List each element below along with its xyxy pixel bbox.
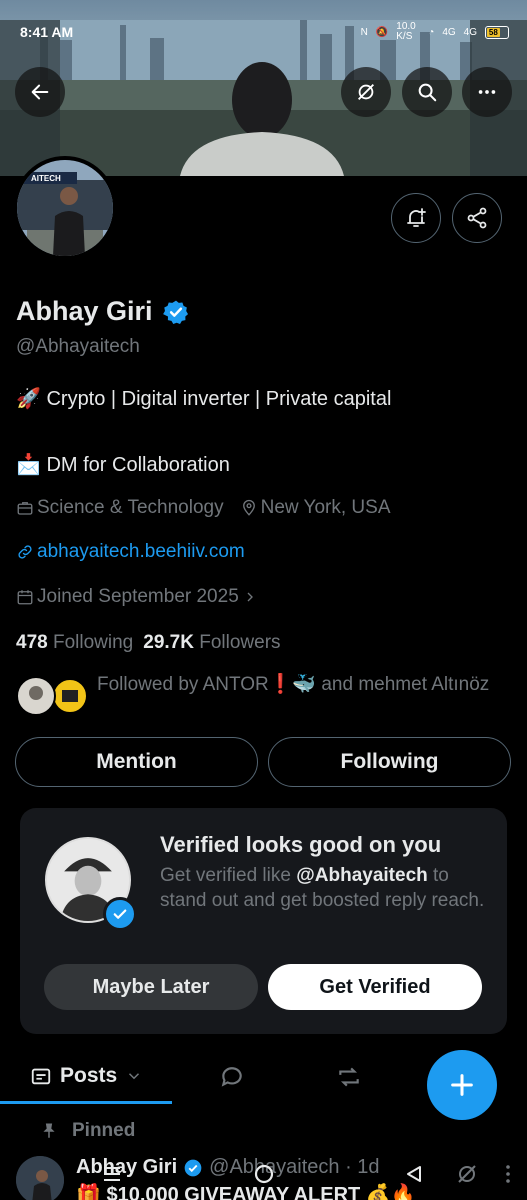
maybe-later-button[interactable]: Maybe Later: [44, 964, 258, 1010]
category-item: Science & Technology: [16, 497, 224, 519]
system-nav-bar: [0, 1150, 527, 1200]
avatar-image: AITECH: [17, 160, 113, 256]
more-button[interactable]: [462, 67, 512, 117]
battery-icon: 58: [485, 25, 509, 39]
following-stat[interactable]: 478 Following: [16, 632, 133, 654]
pin-icon: [43, 1123, 55, 1138]
search-button[interactable]: [402, 67, 452, 117]
tab-reposts[interactable]: [336, 1064, 362, 1090]
profile-joined: Joined September 2025: [37, 586, 239, 607]
followers-stat[interactable]: 29.7K Followers: [143, 632, 280, 654]
share-icon: [467, 207, 487, 229]
home-nav-icon[interactable]: [252, 1162, 276, 1186]
checkmark-icon: [113, 909, 127, 919]
profile-category: Science & Technology: [37, 497, 224, 518]
profile-avatar[interactable]: AITECH: [13, 156, 117, 260]
profile-meta-row: Science & Technology New York, USA: [16, 497, 391, 519]
bio-line-1: 🚀 Crypto | Digital inverter | Private ca…: [16, 388, 392, 410]
location-item: New York, USA: [240, 497, 391, 519]
search-icon: [418, 83, 437, 102]
tab-replies[interactable]: [219, 1064, 245, 1090]
more-dots-icon: [478, 90, 496, 94]
post-more-icon[interactable]: [496, 1162, 520, 1186]
network-speed: 10.0 K/S: [396, 21, 416, 42]
promo-desc-prefix: Get verified like: [160, 865, 297, 886]
chevron-right-icon: [247, 592, 253, 602]
followed-by-avatars: [16, 676, 88, 716]
promo-description: Get verified like @Abhayaitech to stand …: [160, 863, 490, 913]
profile-website-link[interactable]: abhayaitech.beehiiv.com: [37, 541, 245, 563]
wifi-icon: ◔: [428, 26, 435, 38]
promo-title: Verified looks good on you: [160, 832, 442, 857]
following-count: 478: [16, 632, 48, 653]
compose-button[interactable]: [427, 1050, 497, 1120]
promo-desc-handle: @Abhayaitech: [296, 865, 428, 886]
follow-stats: 478 Following 29.7K Followers: [16, 632, 281, 654]
link-icon: [18, 545, 32, 559]
followers-label: Followers: [199, 632, 281, 653]
share-button[interactable]: [452, 193, 502, 243]
pinned-label-row: Pinned: [40, 1120, 135, 1142]
status-icons: N 🔕 10.0 K/S ◔ 4G 4G 58: [361, 22, 509, 42]
tab-posts-label: Posts: [60, 1064, 118, 1087]
bell-plus-icon: [407, 208, 426, 227]
verified-promo-card: Verified looks good on you Get verified …: [20, 808, 507, 1034]
promo-verified-badge: [103, 897, 137, 931]
menu-nav-icon[interactable]: [100, 1162, 124, 1186]
nfc-icon: N: [360, 26, 368, 38]
grok-button[interactable]: [341, 67, 391, 117]
posts-tab-icon: [31, 1068, 51, 1085]
website-item[interactable]: abhayaitech.beehiiv.com: [16, 541, 245, 563]
pinned-label: Pinned: [72, 1120, 136, 1141]
status-bar: 8:41 AM N 🔕 10.0 K/S ◔ 4G 4G 58: [0, 0, 527, 62]
briefcase-icon: [17, 502, 33, 515]
back-nav-icon[interactable]: [402, 1162, 426, 1186]
arrow-left-icon: [31, 84, 49, 100]
tab-posts[interactable]: Posts: [30, 1064, 143, 1088]
joined-item[interactable]: Joined September 2025: [16, 586, 258, 608]
get-verified-button[interactable]: Get Verified: [268, 964, 482, 1010]
signal-4g-1: 4G: [442, 26, 456, 38]
mute-icon: 🔕: [375, 26, 389, 38]
followers-count: 29.7K: [143, 632, 194, 653]
joined-row[interactable]: Joined September 2025: [16, 586, 258, 608]
following-label: Following: [52, 632, 134, 653]
mention-button[interactable]: Mention: [15, 737, 258, 787]
profile-handle: @Abhayaitech: [16, 336, 140, 357]
profile-name-row: Abhay Giri: [16, 296, 189, 327]
chevron-down-icon: [129, 1073, 140, 1080]
plus-icon: [451, 1074, 473, 1096]
bio-line-2: 📩 DM for Collaboration: [16, 454, 230, 476]
website-row[interactable]: abhayaitech.beehiiv.com: [16, 541, 245, 563]
profile-location: New York, USA: [260, 497, 391, 518]
post-grok-icon[interactable]: [455, 1162, 479, 1186]
calendar-icon: [17, 590, 33, 605]
followed-by-text: Followed by ANTOR❗🐳 and mehmet Altınöz: [97, 674, 490, 695]
location-pin-icon: [242, 499, 255, 516]
active-tab-indicator: [0, 1101, 172, 1104]
status-time: 8:41 AM: [20, 24, 74, 40]
battery-level: 58: [487, 27, 500, 37]
back-button[interactable]: [15, 67, 65, 117]
avatar-logo-text: AITECH: [31, 174, 61, 183]
signal-4g-2: 4G: [463, 26, 477, 38]
following-button[interactable]: Following: [268, 737, 511, 787]
profile-name: Abhay Giri: [16, 296, 153, 326]
verified-badge-icon[interactable]: [162, 299, 189, 325]
notifications-subscribe-button[interactable]: [391, 193, 441, 243]
grok-icon: [358, 84, 374, 100]
